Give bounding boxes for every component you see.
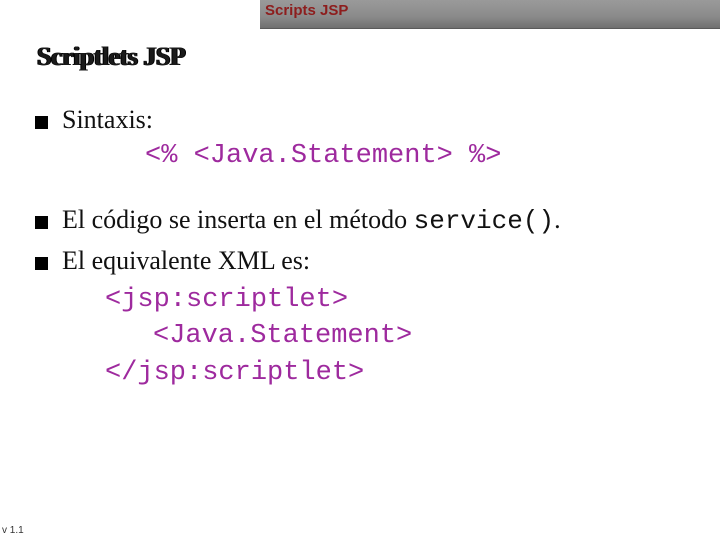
xml-line-1: <jsp:scriptlet> — [105, 282, 700, 318]
square-bullet-icon — [35, 257, 48, 270]
bullet-2-post: . — [554, 205, 561, 234]
bullet-2-code: service() — [414, 206, 554, 236]
slide-title: Scriptlets JSP — [37, 42, 185, 72]
square-bullet-icon — [35, 116, 48, 129]
header-label: Scripts JSP — [265, 2, 348, 19]
xml-line-3: </jsp:scriptlet> — [105, 355, 700, 391]
square-bullet-icon — [35, 216, 48, 229]
bullet-2-text: El código se inserta en el método servic… — [62, 205, 561, 236]
bullet-2-pre: El código se inserta en el método — [62, 205, 414, 234]
bullet-3: El equivalente XML es: — [35, 246, 700, 276]
xml-line-2: <Java.Statement> — [153, 318, 700, 354]
bullet-1: Sintaxis: — [35, 105, 700, 135]
slide-content: Sintaxis: <% <Java.Statement> %> El códi… — [35, 105, 700, 391]
syntax-code: <% <Java.Statement> %> — [145, 141, 700, 171]
xml-code-block: <jsp:scriptlet> <Java.Statement> </jsp:s… — [105, 282, 700, 391]
bullet-1-text: Sintaxis: — [62, 105, 153, 135]
bullet-3-text: El equivalente XML es: — [62, 246, 310, 276]
version-label: v 1.1 — [2, 525, 24, 536]
bullet-2: El código se inserta en el método servic… — [35, 205, 700, 236]
